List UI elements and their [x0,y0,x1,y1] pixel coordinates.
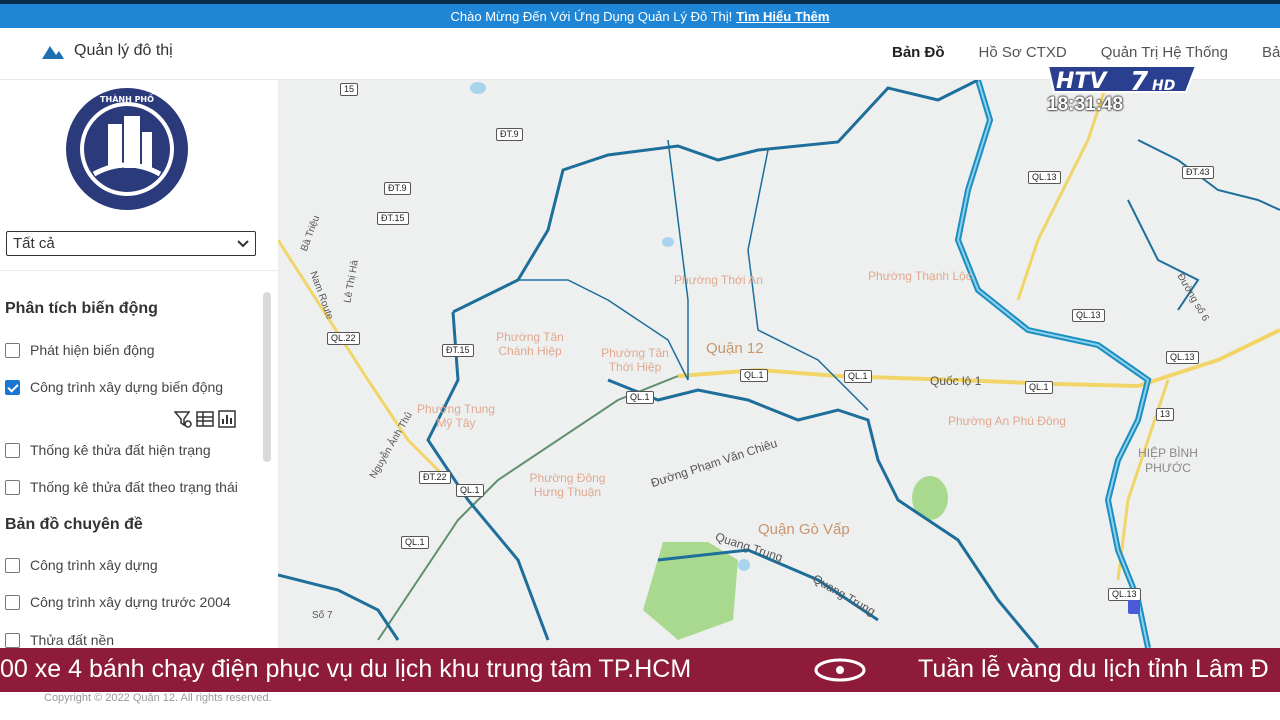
street-label: Quốc lộ 1 [930,374,982,388]
road-label: QL.1 [626,391,654,404]
filter-settings-icon[interactable] [173,410,192,428]
sidebar-scrollbar[interactable] [263,292,271,462]
road-label: 15 [340,83,359,96]
district-label: Quận Gò Vấp [758,521,850,538]
ticker-headline: 00 xe 4 bánh chạy điện phục vụ du lịch k… [0,655,692,683]
nav-link-system-admin[interactable]: Quản Trị Hệ Thống [1101,44,1228,61]
checkbox-label: Thống kê thửa đất theo trạng thái [30,479,238,495]
banner-text: Chào Mừng Đến Với Ứng Dụng Quản Lý Đô Th… [450,8,733,24]
welcome-banner: Chào Mừng Đến Với Ứng Dụng Quản Lý Đô Th… [0,4,1280,28]
broadcast-clock: 18:31:48 [1047,94,1124,115]
checkbox-row-current-parcels[interactable]: Thống kê thửa đất hiện trạng [5,442,211,458]
mountain-logo-icon [42,46,64,59]
checkbox-row-building-changes[interactable]: Công trình xây dựng biến động [5,379,223,395]
nav-links: Bản Đồ Hồ Sơ CTXD Quản Trị Hệ Thống Bản [892,44,1280,61]
ward-label: Phường An Phú Đông [948,414,1066,428]
checkbox-label: Công trình xây dựng trước 2004 [30,594,231,610]
checkbox-row-parcels-by-status[interactable]: Thống kê thửa đất theo trạng thái [5,479,238,495]
road-label: QL.1 [456,484,484,497]
checkbox-row-land-parcels[interactable]: Thửa đất nền [5,632,114,648]
checkbox-checked[interactable] [5,379,20,395]
area-select-value: Tất cả [13,235,55,252]
ticker-headline: Tuần lễ vàng du lịch tỉnh Lâm Đ [918,655,1269,683]
brand[interactable]: Quản lý đô thị [42,42,173,60]
checkbox[interactable] [5,594,20,610]
road-label: ĐT.15 [377,212,409,225]
checkbox-label: Công trình xây dựng biến động [30,379,224,395]
footer: Copyright © 2022 Quận 12. All rights res… [0,692,1280,720]
ward-label: Phường Đông Hưng Thuận [529,471,606,499]
nav-link-more[interactable]: Bản [1262,44,1280,61]
section-title-thematic-maps: Bản đồ chuyên đề [5,516,143,533]
checkbox-label: Thống kê thửa đất hiện trạng [30,442,211,458]
checkbox-row-detect-changes[interactable]: Phát hiện biến động [5,342,155,358]
road-label: QL.1 [844,370,872,383]
checkbox[interactable] [5,442,20,458]
channel-ticker-logo [814,658,866,682]
svg-text:HD: HD [1152,78,1175,94]
section-title-change-analysis: Phân tích biến động [5,300,158,317]
checkbox[interactable] [5,342,20,358]
svg-text:7: 7 [1130,67,1149,97]
checkbox-row-buildings[interactable]: Công trình xây dựng [5,557,158,573]
road-label: ĐT.43 [1182,166,1214,179]
checkbox-label: Phát hiện biến động [30,342,155,358]
road-label: QL.1 [401,536,429,549]
ward-label: Phường Tân Thới Hiệp [601,346,669,374]
brand-title: Quản lý đô thị [74,42,173,59]
sidebar: THÀNH PHỐ Tất cả Phân tích biến động Phá… [0,80,278,648]
road-label: QL.13 [1072,309,1105,322]
road-label: QL.13 [1166,351,1199,364]
chevron-down-icon [237,239,249,247]
metro-station-icon[interactable] [1128,600,1140,614]
map-view[interactable]: 15 ĐT.9 ĐT.9 ĐT.15 QL.22 ĐT.15 QL.1 QL.1… [278,80,1280,648]
divider [0,270,278,271]
nav-link-building-records[interactable]: Hồ Sơ CTXD [979,44,1067,61]
checkbox-label: Công trình xây dựng [30,557,158,573]
road-label: ĐT.22 [419,471,451,484]
checkbox-label: Thửa đất nền [30,632,115,648]
road-label: 13 [1156,408,1175,421]
street-label: Số 7 [312,610,333,621]
ward-label: Phường Tân Chánh Hiệp [496,330,564,358]
checkbox[interactable] [5,479,20,495]
nav-link-map[interactable]: Bản Đồ [892,44,945,61]
ward-label: Phường Trung Mỹ Tây [417,402,495,430]
road-label: QL.13 [1028,171,1061,184]
table-icon[interactable] [196,410,214,428]
ward-label: HIỆP BÌNH PHƯỚC [1138,446,1198,475]
svg-text:HTV: HTV [1056,69,1108,94]
copyright-text: Copyright © 2022 Quận 12. All rights res… [44,692,272,704]
road-label: QL.22 [327,332,360,345]
area-select[interactable]: Tất cả [6,231,256,256]
checkbox[interactable] [5,557,20,573]
checkbox[interactable] [5,632,20,648]
district-label: Quận 12 [706,340,764,357]
road-label: ĐT.9 [496,128,523,141]
road-label: QL.1 [740,369,768,382]
news-ticker: 00 xe 4 bánh chạy điện phục vụ du lịch k… [0,648,1280,692]
road-label: QL.1 [1025,381,1053,394]
layer-tools [173,410,236,428]
chart-icon[interactable] [218,410,236,428]
checkbox-row-buildings-before-2004[interactable]: Công trình xây dựng trước 2004 [5,594,231,610]
district-emblem: THÀNH PHỐ [66,88,188,210]
road-label: ĐT.15 [442,344,474,357]
ward-label: Phường Thạnh Lộc [868,269,972,283]
ward-label: Phường Thới An [674,273,763,287]
learn-more-link[interactable]: Tìm Hiểu Thêm [736,9,829,24]
road-label: ĐT.9 [384,182,411,195]
